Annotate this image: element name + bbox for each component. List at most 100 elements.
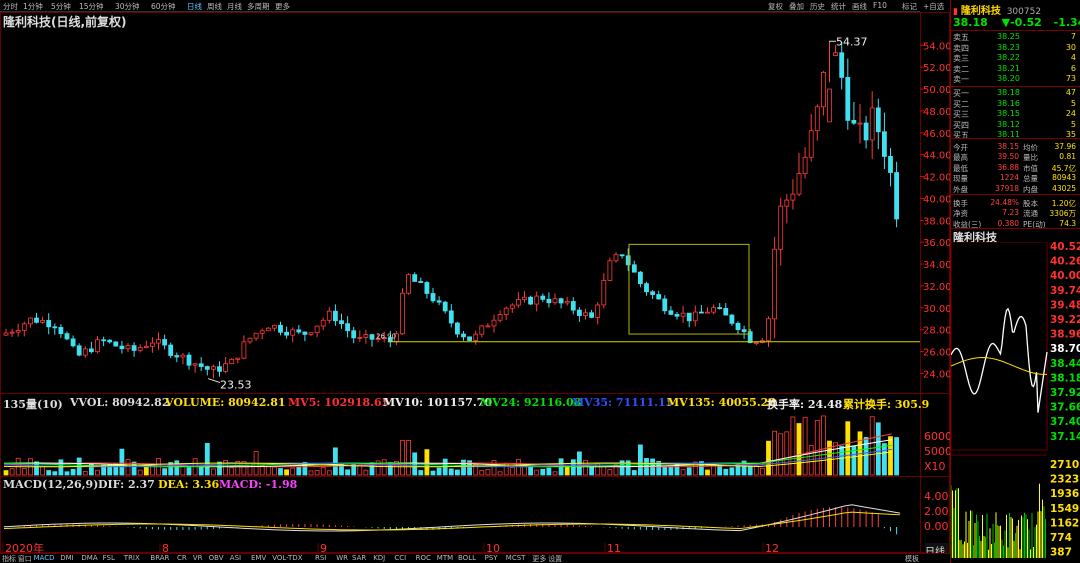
volume-bar: [40, 465, 45, 476]
candle-body: [741, 329, 747, 333]
volume-bar: [686, 467, 692, 476]
volume-bar: [705, 469, 710, 476]
ask-row[interactable]: 卖五 38.25 7: [953, 32, 1078, 42]
volume-bar: [137, 469, 143, 476]
panel-divider: [951, 194, 1080, 195]
bid-row[interactable]: 买一 38.18 47: [953, 88, 1078, 98]
indicator-tab[interactable]: RSI: [315, 554, 326, 562]
indicator-tab[interactable]: CCI: [394, 554, 406, 562]
stat-row: 今开 38.15 均价 37.96: [953, 142, 1078, 153]
volume-bar: [424, 449, 430, 476]
volume-bar: [21, 468, 27, 476]
indicator-tab[interactable]: MCST: [506, 554, 526, 562]
indicator-tab[interactable]: CR: [177, 554, 187, 562]
volume-bar: [448, 468, 454, 476]
quote-header: ▮ 隆利科技 300752: [953, 2, 1041, 17]
indicator-tab[interactable]: OBV: [209, 554, 224, 562]
indicator-tab[interactable]: VR: [193, 554, 203, 562]
bid-row[interactable]: 买三 38.15 24: [953, 109, 1078, 119]
mini-price-tick: 37.40: [1050, 416, 1080, 428]
indicator-tab[interactable]: DMA: [81, 554, 97, 562]
candle-body: [753, 342, 759, 344]
indicator-tab[interactable]: BRAR: [150, 554, 169, 562]
mini-volume-tick: 774: [1050, 532, 1072, 544]
indicator-tab[interactable]: KDJ: [373, 554, 385, 562]
candle-body: [180, 354, 186, 358]
order-label: 卖一: [953, 75, 969, 85]
indicator-tab[interactable]: 设置: [548, 554, 562, 563]
candle-body: [509, 304, 515, 309]
indicator-tab[interactable]: PSY: [485, 554, 498, 562]
candle-body: [406, 274, 412, 294]
candle-body: [607, 260, 613, 281]
volume-bar: [314, 470, 320, 476]
candle-body: [680, 312, 686, 317]
indicator-tab[interactable]: EMV: [251, 554, 266, 562]
indicator-tab[interactable]: FSL: [103, 554, 115, 562]
candle-body: [857, 122, 863, 125]
order-label: 买五: [953, 131, 969, 141]
indicator-tab[interactable]: MTM: [437, 554, 453, 562]
volume-bar: [882, 443, 887, 476]
indicator-tab[interactable]: WR: [336, 554, 348, 562]
volume-bar: [284, 469, 290, 476]
ask-row[interactable]: 卖三 38.22 4: [953, 53, 1078, 63]
candle-body: [888, 156, 893, 173]
candle-body: [674, 313, 680, 317]
ask-row[interactable]: 卖一 38.20 73: [953, 74, 1078, 84]
ask-row[interactable]: 卖四 38.23 30: [953, 43, 1078, 53]
candle-body: [210, 366, 216, 370]
candle-body: [58, 327, 64, 335]
volume-bar: [729, 467, 735, 476]
volume-bar: [638, 444, 643, 476]
stat-value: 37918: [995, 183, 1019, 193]
volume-tick-label: 5000: [924, 445, 950, 458]
panel-divider: [951, 86, 1080, 87]
stat-label: 今开: [953, 143, 968, 152]
candle-body: [839, 52, 845, 78]
indicator-tab[interactable]: SAR: [352, 554, 366, 562]
candle-body: [363, 334, 369, 338]
intraday-mini-chart[interactable]: 40.52 40.26 40.00 39.74 39.48 39.22 38.96 38.70…: [951, 242, 1080, 562]
stat-value: 74.3: [1059, 218, 1076, 228]
ask-row[interactable]: 卖二 38.21 6: [953, 64, 1078, 74]
price-tick-label: 30.00: [923, 304, 950, 315]
bid-row[interactable]: 买二 38.16 5: [953, 99, 1078, 109]
stat-value: 36.88: [997, 162, 1019, 172]
volume-bar: [125, 459, 131, 476]
macd-tick-label: 0.00: [924, 520, 949, 533]
candle-body: [802, 156, 808, 174]
candle-body: [772, 248, 777, 320]
mv5-value: MV5: 102918.65: [288, 396, 390, 409]
volume-bar: [58, 459, 64, 476]
price-tick-label: 36.00: [923, 238, 950, 249]
bid-row[interactable]: 买四 38.12 5: [953, 120, 1078, 130]
candle-body: [448, 310, 454, 324]
indicator-tab[interactable]: TRIX: [124, 554, 140, 562]
candle-body: [668, 310, 674, 315]
order-label: 卖三: [953, 54, 969, 64]
candle-body: [95, 339, 100, 353]
volume-bar: [802, 416, 808, 476]
indicator-tab[interactable]: VOL-TDX: [272, 554, 302, 562]
indicator-tab[interactable]: ASI: [230, 554, 241, 562]
indicator-tab[interactable]: BOLL: [458, 554, 476, 562]
volume-bar: [229, 467, 235, 476]
indicator-tab[interactable]: 更多: [532, 554, 546, 563]
price-tick-label: 24.00: [923, 369, 950, 380]
candle-body: [894, 172, 899, 220]
indicator-tab[interactable]: DMI: [60, 554, 74, 562]
indicator-tab[interactable]: MACD: [34, 554, 55, 562]
template-button[interactable]: 模板: [905, 554, 919, 563]
chart-area[interactable]: 54.00 52.00 50.00 48.00 46.00 44.00 42.00 40.00…: [0, 0, 950, 553]
stat-label: 外盘: [953, 184, 968, 194]
candle-body: [345, 323, 351, 332]
indicator-tab[interactable]: ROC: [416, 554, 431, 562]
mini-price-tick: 39.74: [1050, 285, 1080, 297]
candle-body: [198, 363, 204, 367]
indicator-tab[interactable]: 指标: [2, 554, 16, 563]
candle-body: [723, 308, 729, 316]
volume-bar: [534, 469, 540, 476]
indicator-tab[interactable]: 窗口: [18, 554, 32, 563]
candle-body: [711, 307, 716, 313]
